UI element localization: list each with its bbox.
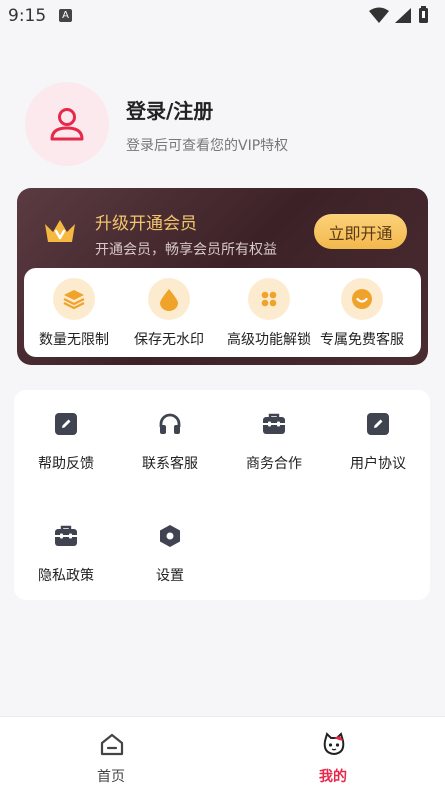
- user-icon: [50, 108, 84, 141]
- menu-item-contact-service[interactable]: 联系客服: [118, 412, 222, 482]
- nav-mine[interactable]: 我的: [222, 717, 444, 791]
- crown-icon: [45, 220, 75, 242]
- menu-item-business[interactable]: 商务合作: [222, 412, 326, 482]
- menu-label: 隐私政策: [38, 568, 94, 584]
- wifi-icon: [369, 7, 389, 23]
- vip-perks: 数量无限制 保存无水印 高级功能解锁 专属免费客服: [24, 268, 421, 357]
- briefcase-icon: [55, 525, 77, 546]
- bottom-nav: 首页 我的: [0, 716, 445, 791]
- login-subtitle: 登录后可查看您的VIP特权: [126, 138, 289, 154]
- smile-icon: [341, 278, 383, 320]
- hexagon-settings-icon: [160, 525, 180, 547]
- layers-icon: [53, 278, 95, 320]
- nav-label: 我的: [319, 769, 347, 785]
- perk-item: 数量无限制: [24, 278, 124, 353]
- menu-label: 帮助反馈: [38, 456, 94, 472]
- nav-label: 首页: [97, 769, 125, 785]
- status-bar: 9:15 A: [0, 0, 445, 32]
- cat-avatar-icon: [323, 732, 345, 756]
- perk-item: 保存无水印: [119, 278, 219, 353]
- notification-badge-icon: A: [59, 9, 72, 22]
- drop-icon: [148, 278, 190, 320]
- headphones-icon: [159, 413, 181, 434]
- status-time: 9:15: [8, 6, 47, 26]
- status-icons: [369, 6, 428, 23]
- signal-icon: [395, 8, 411, 23]
- nav-home[interactable]: 首页: [0, 717, 222, 791]
- perk-label: 高级功能解锁: [227, 332, 311, 348]
- avatar[interactable]: [25, 82, 109, 166]
- perk-label: 保存无水印: [134, 332, 204, 348]
- menu-card: 帮助反馈 联系客服 商务合作 用户协议 隐私政策 设置: [14, 390, 430, 600]
- perk-label: 专属免费客服: [320, 332, 404, 348]
- edit-icon: [55, 413, 77, 435]
- menu-label: 联系客服: [142, 456, 198, 472]
- vip-card: 升级开通会员 开通会员，畅享会员所有权益 立即开通 数量无限制 保存无水印 高级…: [17, 188, 428, 365]
- login-register-link[interactable]: 登录/注册: [126, 95, 213, 124]
- menu-label: 设置: [156, 568, 184, 584]
- perk-item: 高级功能解锁: [219, 278, 319, 353]
- menu-label: 用户协议: [350, 456, 406, 472]
- menu-label: 商务合作: [246, 456, 302, 472]
- grid-icon: [248, 278, 290, 320]
- menu-item-help-feedback[interactable]: 帮助反馈: [14, 412, 118, 482]
- perk-item: 专属免费客服: [312, 278, 412, 353]
- briefcase-icon: [263, 413, 285, 434]
- menu-item-settings[interactable]: 设置: [118, 524, 222, 594]
- open-vip-button[interactable]: 立即开通: [314, 214, 407, 249]
- perk-label: 数量无限制: [39, 332, 109, 348]
- menu-item-privacy-policy[interactable]: 隐私政策: [14, 524, 118, 594]
- home-icon: [100, 733, 124, 756]
- edit-icon: [367, 413, 389, 435]
- vip-title: 升级开通会员: [95, 214, 197, 234]
- menu-item-user-agreement[interactable]: 用户协议: [326, 412, 430, 482]
- vip-subtitle: 开通会员，畅享会员所有权益: [95, 242, 277, 258]
